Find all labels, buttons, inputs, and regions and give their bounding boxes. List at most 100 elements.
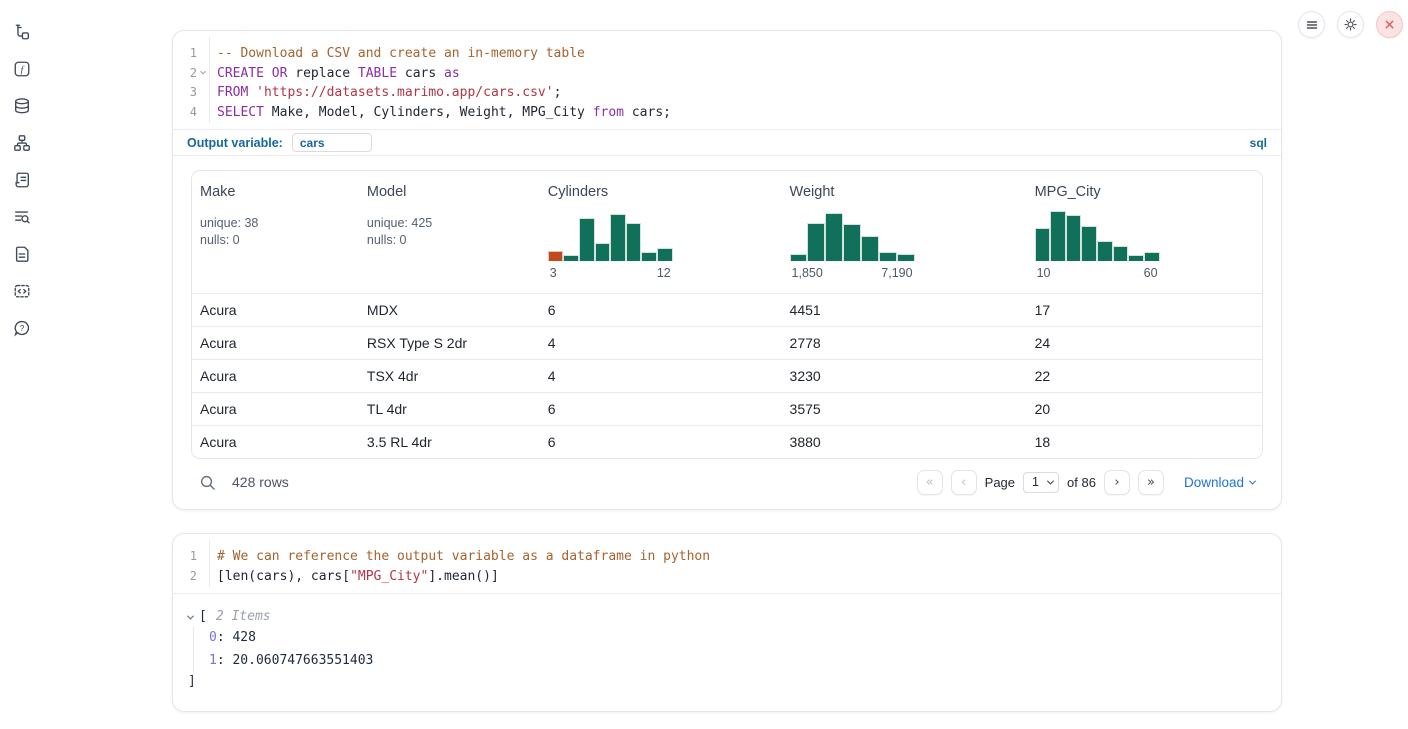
column-label: Model: [367, 184, 532, 200]
python-editor[interactable]: 1# We can reference the output variable …: [173, 534, 1281, 593]
dependency-graph-icon[interactable]: [13, 134, 31, 152]
file-explorer-icon[interactable]: [13, 23, 31, 41]
table-row: AcuraTSX 4dr4323022: [192, 359, 1262, 392]
functions-icon[interactable]: f: [13, 60, 31, 78]
table-row: AcuraMDX6445117: [192, 293, 1262, 326]
histogram-bar: [1128, 255, 1144, 261]
table-cell: MDX: [359, 302, 540, 318]
column-label: MPG_City: [1035, 184, 1254, 200]
datasources-icon[interactable]: [13, 97, 31, 115]
page-total-label: of 86: [1067, 475, 1096, 490]
svg-text:f: f: [21, 65, 25, 76]
output-tree: [ 2 Items 0: 4281: 20.060747663551403 ]: [173, 594, 1281, 700]
histogram-bar: [1113, 246, 1129, 261]
column-histogram: 1060: [1035, 209, 1160, 280]
table-footer: 428 rows « ‹ Page 1 of 86 › » Download: [173, 459, 1281, 505]
histogram-bar: [548, 251, 564, 261]
fold-spacer: [197, 44, 209, 64]
table-cell: Acura: [192, 434, 359, 450]
column-header-model[interactable]: Model unique: 425nulls: 0: [359, 171, 540, 293]
menu-icon: [1305, 18, 1319, 32]
code-text: CREATE OR replace TABLE cars as: [209, 64, 460, 84]
histogram-bar: [1035, 228, 1051, 261]
first-page-button[interactable]: «: [917, 470, 943, 495]
histogram-bar: [843, 224, 861, 261]
page-select-wrap: 1: [1023, 472, 1059, 493]
column-histogram: 312: [548, 209, 673, 280]
language-badge: sql: [1250, 136, 1267, 150]
line-number: 1: [173, 547, 197, 567]
histogram-axis-labels: 312: [548, 266, 673, 280]
table-cell: 3230: [782, 368, 1027, 384]
sql-editor[interactable]: 1-- Download a CSV and create an in-memo…: [173, 31, 1281, 129]
histogram-bar: [825, 213, 843, 261]
histogram-axis-labels: 1,8507,190: [790, 266, 915, 280]
fold-chevron-icon[interactable]: [197, 64, 209, 84]
table-cell: Acura: [192, 368, 359, 384]
dataframe-table: Makeunique: 38nulls: 0 Model unique: 425nu…: [191, 170, 1263, 459]
table-cell: 18: [1027, 434, 1262, 450]
table-cell: Acura: [192, 401, 359, 417]
download-button[interactable]: Download: [1184, 475, 1255, 490]
histogram-bar: [626, 223, 642, 261]
tree-entry: 1: 20.060747663551403: [209, 650, 1265, 673]
table-cell: 4451: [782, 302, 1027, 318]
code-line: 1# We can reference the output variable …: [173, 547, 1281, 567]
shutdown-button[interactable]: [1376, 11, 1403, 38]
histogram-bar: [1081, 226, 1097, 261]
menu-button[interactable]: [1298, 11, 1325, 38]
prev-page-button[interactable]: ‹: [951, 470, 977, 495]
sidebar: f ?: [0, 0, 44, 729]
settings-button[interactable]: [1337, 11, 1364, 38]
line-number: 3: [173, 83, 197, 103]
table-cell: 6: [540, 302, 782, 318]
scratchpad-icon[interactable]: [13, 171, 31, 189]
histogram-axis-labels: 1060: [1035, 266, 1160, 280]
search-icon[interactable]: [199, 474, 216, 491]
tree-collapse-icon[interactable]: [187, 612, 194, 619]
histogram-bar: [861, 236, 879, 261]
logs-icon[interactable]: [13, 208, 31, 226]
code-text: [len(cars), cars["MPG_City"].mean()]: [209, 567, 499, 587]
table-cell: 4: [540, 368, 782, 384]
table-cell: TSX 4dr: [359, 368, 540, 384]
sql-cell: 1-- Download a CSV and create an in-memo…: [172, 30, 1282, 510]
last-page-button[interactable]: »: [1138, 470, 1164, 495]
table-cell: 6: [540, 401, 782, 417]
column-header-mpg_city[interactable]: MPG_City 1060: [1027, 171, 1262, 293]
histogram-bar: [1066, 215, 1082, 261]
help-icon[interactable]: ?: [13, 319, 31, 337]
table-cell: 3575: [782, 401, 1027, 417]
column-header-cylinders[interactable]: Cylinders312: [540, 171, 782, 293]
column-stats: unique: 425nulls: 0: [367, 215, 532, 248]
column-label: Weight: [790, 184, 1019, 200]
column-header-weight[interactable]: Weight 1,8507,190: [782, 171, 1027, 293]
snippets-icon[interactable]: [13, 282, 31, 300]
page-select[interactable]: 1: [1023, 472, 1059, 493]
tree-open-bracket: [: [199, 607, 207, 627]
histogram-bar: [579, 218, 595, 261]
output-variable-input[interactable]: [292, 133, 372, 152]
tree-close-bracket: ]: [188, 672, 1265, 692]
code-line: 3FROM 'https://datasets.marimo.app/cars.…: [173, 83, 1281, 103]
histogram-bar: [1050, 211, 1066, 261]
histogram-bar: [1097, 241, 1113, 261]
column-header-make[interactable]: Makeunique: 38nulls: 0: [192, 171, 359, 293]
next-page-button[interactable]: ›: [1104, 470, 1130, 495]
table-row: AcuraTL 4dr6357520: [192, 392, 1262, 425]
code-line: 2 CREATE OR replace TABLE cars as: [173, 64, 1281, 84]
download-label: Download: [1184, 475, 1244, 490]
page-label: Page: [985, 475, 1015, 490]
line-number: 2: [173, 64, 197, 84]
table-cell: TL 4dr: [359, 401, 540, 417]
code-line: 2[len(cars), cars["MPG_City"].mean()]: [173, 567, 1281, 587]
chevron-down-icon: [1249, 477, 1256, 484]
table-cell: Acura: [192, 335, 359, 351]
table-cell: 2778: [782, 335, 1027, 351]
table-cell: 17: [1027, 302, 1262, 318]
tree-items-count: 2 Items: [216, 607, 271, 627]
documentation-icon[interactable]: [13, 245, 31, 263]
histogram-bar: [790, 254, 808, 261]
fold-spacer: [197, 83, 209, 103]
histogram-bar: [807, 223, 825, 261]
